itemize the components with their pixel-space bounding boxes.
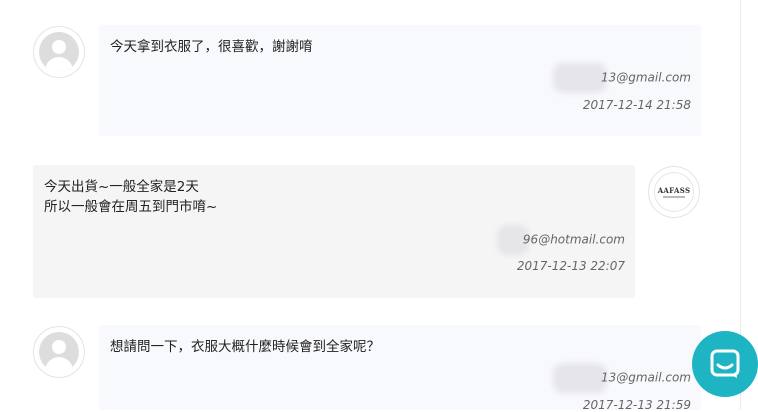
reply-timestamp: 2017-12-13 22:07 bbox=[516, 259, 625, 273]
comment-text: 今天拿到衣服了，很喜歡，謝謝唷 bbox=[110, 39, 313, 55]
user-silhouette-icon bbox=[39, 332, 79, 372]
redacted-email-part bbox=[556, 67, 603, 89]
comment-email: 13@gmail.com bbox=[556, 367, 691, 389]
comment-text: 想請問一下，衣服大概什麼時候會到全家呢？ bbox=[110, 339, 380, 355]
comment-bubble: 今天拿到衣服了，很喜歡，謝謝唷 13@gmail.com 2017-12-14 … bbox=[99, 25, 701, 136]
shop-logo: AAFASS bbox=[654, 172, 694, 212]
reply-bubble: 今天出貨~一般全家是2天 所以一般會在周五到門市唷~ 96@hotmail.co… bbox=[33, 165, 635, 298]
comment-bubble: 想請問一下，衣服大概什麼時候會到全家呢？ 13@gmail.com 2017-1… bbox=[99, 325, 701, 412]
reply-email: 96@hotmail.com bbox=[500, 229, 625, 251]
comment-timestamp: 2017-12-14 21:58 bbox=[582, 98, 691, 112]
customer-avatar bbox=[33, 26, 85, 78]
comment-email: 13@gmail.com bbox=[556, 67, 691, 89]
shop-avatar: AAFASS bbox=[648, 166, 700, 218]
chat-button[interactable] bbox=[692, 331, 758, 397]
customer-avatar bbox=[33, 326, 85, 378]
redacted-email-part bbox=[500, 229, 525, 251]
reply-text-line-2: 所以一般會在周五到門市唷~ bbox=[44, 199, 218, 215]
reply-text-line-1: 今天出貨~一般全家是2天 bbox=[44, 179, 199, 195]
user-silhouette-icon bbox=[39, 32, 79, 72]
chat-bubble-icon bbox=[710, 349, 740, 378]
redacted-email-part bbox=[556, 367, 603, 389]
